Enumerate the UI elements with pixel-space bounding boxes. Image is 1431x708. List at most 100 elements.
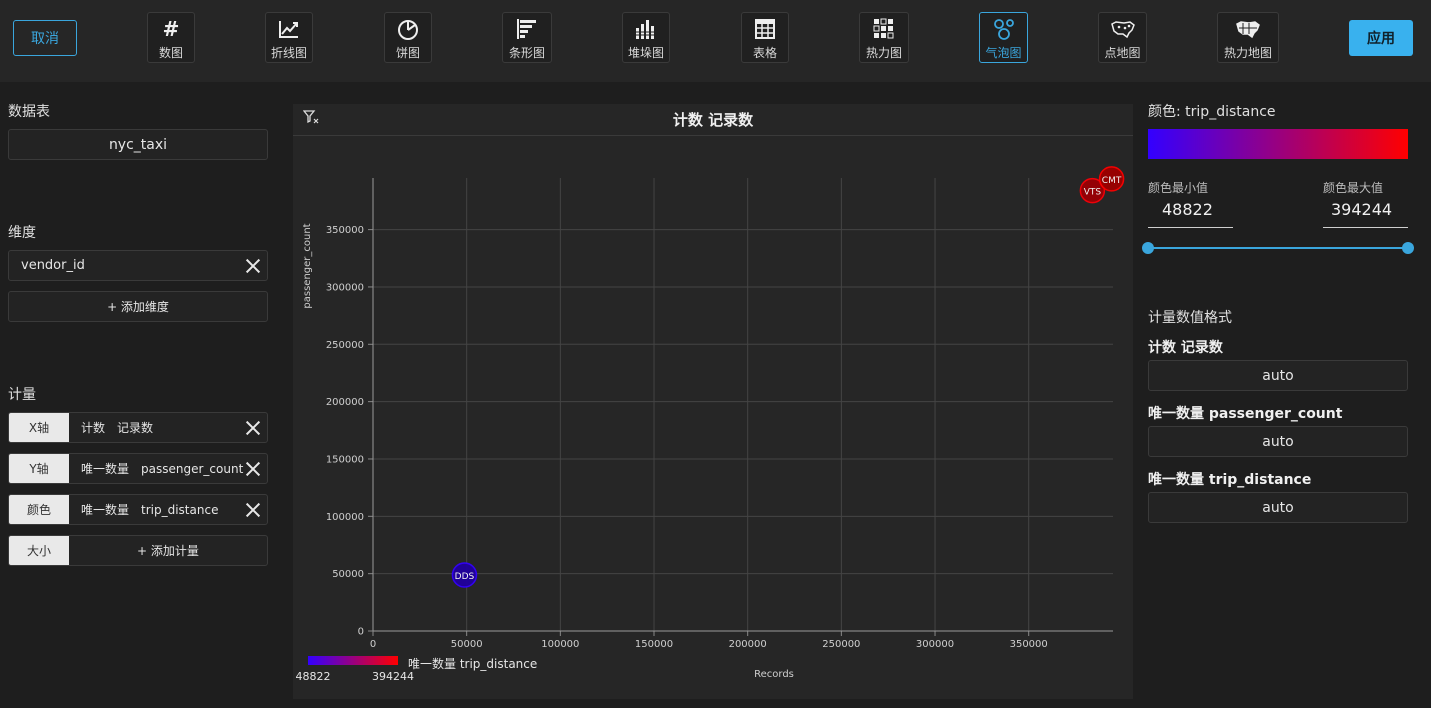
y-tick-label: 350000: [326, 225, 364, 236]
data-table-title: 数据表: [8, 104, 50, 120]
bubble-chart-icon: [992, 17, 1016, 41]
x-tick-label: 0: [370, 639, 376, 650]
color-title: 颜色: trip_distance: [1148, 104, 1276, 120]
chart-type-label: 表格: [752, 46, 777, 60]
remove-measure-icon[interactable]: [245, 461, 261, 477]
legend-gradient: [308, 656, 398, 665]
remove-measure-icon[interactable]: [245, 502, 261, 518]
y-tick-label: 50000: [332, 569, 364, 580]
chart-type-choropleth[interactable]: 热力地图: [1217, 12, 1279, 63]
slider-min-handle[interactable]: [1142, 242, 1154, 254]
top-toolbar: 取消 # 数图 折线图 饼图 条形图 堆垛图 表格 热力图 气泡图 点地图 热力…: [0, 0, 1431, 82]
bubble-label: CMT: [1102, 176, 1122, 186]
dimension-label: vendor_id: [21, 258, 85, 273]
y-tick-label: 200000: [326, 397, 364, 408]
format-select[interactable]: auto: [1148, 492, 1408, 523]
chart-type-table[interactable]: 表格: [741, 12, 789, 63]
measure-field: passenger_count: [141, 461, 244, 476]
format-select[interactable]: auto: [1148, 426, 1408, 457]
color-max-label: 颜色最大值: [1323, 181, 1384, 195]
add-measure-button[interactable]: + 添加计量: [137, 542, 199, 559]
add-dimension-button[interactable]: + 添加维度: [8, 291, 268, 322]
measure-field: 记录数: [117, 421, 154, 435]
x-tick-label: 150000: [635, 639, 673, 650]
measure-color[interactable]: 颜色 唯一数量 trip_distance: [8, 494, 268, 525]
measure-tag: X轴: [9, 413, 69, 442]
apply-button[interactable]: 应用: [1349, 20, 1413, 56]
y-tick-label: 250000: [326, 340, 364, 351]
x-tick-label: 50000: [451, 639, 483, 650]
format-measure-title: 唯一数量 passenger_count: [1148, 406, 1343, 422]
remove-dimension-icon[interactable]: [245, 258, 261, 274]
bubble-chart: 0 50000 100000 150000 200000 250000 300000 3500…: [296, 166, 1125, 683]
measure-title: 计量: [8, 387, 36, 403]
point-map-icon: [1110, 17, 1136, 41]
choropleth-icon: [1235, 17, 1261, 41]
y-tick-label: 150000: [326, 454, 364, 465]
y-axis-title: passenger_count: [302, 223, 313, 308]
color-max-input[interactable]: 394244: [1323, 200, 1408, 228]
line-chart-icon: [278, 17, 300, 41]
x-tick-label: 350000: [1010, 639, 1048, 650]
format-title: 计量数值格式: [1148, 310, 1232, 326]
bubble-label: DDS: [455, 572, 475, 582]
dimension-item[interactable]: vendor_id: [8, 250, 268, 281]
chart-type-label: 点地图: [1104, 46, 1141, 60]
x-tick-label: 250000: [822, 639, 860, 650]
measure-y-axis[interactable]: Y轴 唯一数量 passenger_count: [8, 453, 268, 484]
chart-type-label: 堆垛图: [627, 46, 664, 60]
color-gradient-bar: [1148, 129, 1408, 159]
chart-type-label: 热力地图: [1223, 46, 1272, 60]
hash-icon: #: [162, 17, 180, 41]
chart-panel: 计数 记录数 0 50000 100000 150000 200000 250000 300…: [293, 104, 1133, 699]
chart-type-line[interactable]: 折线图: [265, 12, 313, 63]
y-tick-label: 0: [358, 627, 364, 638]
measure-tag: Y轴: [9, 454, 69, 483]
slider-max-handle[interactable]: [1402, 242, 1414, 254]
chart-type-label: 气泡图: [985, 46, 1022, 60]
x-tick-label: 200000: [729, 639, 767, 650]
add-dimension-label: + 添加维度: [107, 300, 169, 314]
y-tick-label: 300000: [326, 282, 364, 293]
measure-size[interactable]: 大小 + 添加计量: [8, 535, 268, 566]
measure-agg: 唯一数量: [81, 462, 130, 476]
y-tick-label: 100000: [326, 512, 364, 523]
measure-x-axis[interactable]: X轴 计数 记录数: [8, 412, 268, 443]
x-tick-label: 100000: [541, 639, 579, 650]
color-min-input[interactable]: 48822: [1148, 200, 1233, 228]
stacked-chart-icon: [634, 17, 658, 41]
table-selector[interactable]: nyc_taxi: [8, 129, 268, 160]
x-axis-title: Records: [754, 669, 794, 680]
color-min-label: 颜色最小值: [1148, 181, 1209, 195]
measure-field: trip_distance: [141, 502, 219, 517]
chart-type-number[interactable]: # 数图: [147, 12, 195, 63]
format-select[interactable]: auto: [1148, 360, 1408, 391]
chart-type-bubble[interactable]: 气泡图: [979, 12, 1028, 63]
chart-type-heatmap[interactable]: 热力图: [859, 12, 909, 63]
chart-type-bar[interactable]: 条形图: [502, 12, 552, 63]
pie-chart-icon: [397, 17, 419, 41]
measure-agg: 计数: [81, 421, 106, 435]
cancel-button[interactable]: 取消: [13, 20, 77, 56]
chart-type-label: 折线图: [270, 46, 307, 60]
remove-measure-icon[interactable]: [245, 420, 261, 436]
table-icon: [754, 17, 776, 41]
measure-tag: 大小: [9, 536, 69, 565]
chart-type-label: 条形图: [508, 46, 545, 60]
legend-max: 394244: [372, 670, 414, 683]
chart-type-point-map[interactable]: 点地图: [1098, 12, 1147, 63]
dimension-title: 维度: [8, 225, 36, 241]
heatmap-icon: [873, 17, 895, 41]
legend-title: 唯一数量 trip_distance: [408, 656, 537, 671]
chart-type-pie[interactable]: 饼图: [384, 12, 432, 63]
color-range-slider[interactable]: [1148, 247, 1408, 249]
chart-type-label: 数图: [158, 46, 183, 60]
format-measure-title: 计数 记录数: [1148, 340, 1223, 356]
legend-min: 48822: [296, 670, 331, 683]
x-tick-label: 300000: [916, 639, 954, 650]
table-name: nyc_taxi: [108, 136, 168, 153]
chart-type-label: 饼图: [395, 46, 420, 60]
chart-type-label: 热力图: [865, 46, 902, 60]
chart-type-stacked[interactable]: 堆垛图: [622, 12, 670, 63]
measure-agg: 唯一数量: [81, 503, 130, 517]
